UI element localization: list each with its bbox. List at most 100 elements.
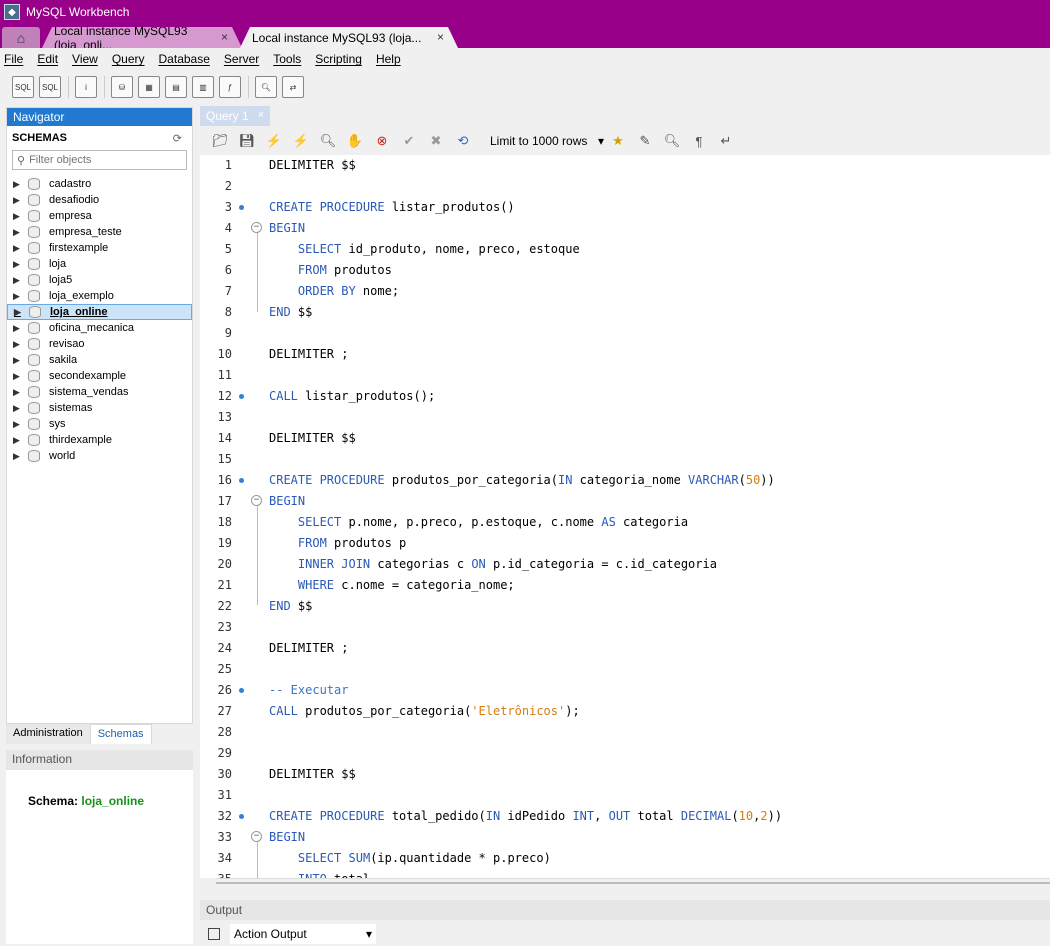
word-wrap-icon[interactable]: ↵ — [716, 131, 736, 151]
schema-item[interactable]: ▶ revisao — [7, 336, 192, 352]
schema-item[interactable]: ▶ secondexample — [7, 368, 192, 384]
menu-edit[interactable]: Edit — [37, 52, 58, 66]
commit-icon[interactable]: ✔ — [399, 131, 419, 151]
schema-item[interactable]: ▶ firstexample — [7, 240, 192, 256]
code-line: 33 − BEGIN — [200, 827, 1050, 848]
refresh-icon[interactable]: ⟳ — [173, 132, 182, 145]
autocommit-icon[interactable]: ⟲ — [453, 131, 473, 151]
schema-item[interactable]: ▶ sistema_vendas — [7, 384, 192, 400]
create-schema-icon[interactable]: ⛁ — [111, 76, 133, 98]
fold-toggle-icon[interactable]: − — [251, 831, 262, 842]
search-table-data-icon[interactable]: 🔍︎ — [255, 76, 277, 98]
tab-query-1[interactable]: Query 1 × — [200, 106, 270, 126]
create-procedure-icon[interactable]: ▥ — [192, 76, 214, 98]
expand-arrow-icon[interactable]: ▶ — [13, 339, 25, 350]
schema-item[interactable]: ▶ empresa_teste — [7, 224, 192, 240]
expand-arrow-icon[interactable]: ▶ — [13, 195, 25, 206]
schema-item[interactable]: ▶ sistemas — [7, 400, 192, 416]
menu-file[interactable]: File — [4, 52, 23, 66]
execute-current-icon[interactable]: ⚡ — [291, 131, 311, 151]
copy-icon[interactable] — [208, 928, 220, 940]
menu-view[interactable]: View — [72, 52, 98, 66]
connection-tab-2[interactable]: Local instance MySQL93 (loja... × — [240, 27, 458, 48]
expand-arrow-icon[interactable]: ▶ — [13, 291, 25, 302]
expand-arrow-icon[interactable]: ▶ — [13, 259, 25, 270]
expand-arrow-icon[interactable]: ▶ — [13, 211, 25, 222]
expand-arrow-icon[interactable]: ▶ — [13, 435, 25, 446]
line-number: 7 — [224, 284, 232, 298]
menu-server[interactable]: Server — [224, 52, 259, 66]
create-table-icon[interactable]: ▦ — [138, 76, 160, 98]
database-icon — [28, 290, 40, 302]
invisible-chars-icon[interactable]: ¶ — [689, 131, 709, 151]
connection-tab-1[interactable]: Local instance MySQL93 (loja_onli... × — [42, 27, 242, 48]
expand-arrow-icon[interactable]: ▶ — [13, 451, 25, 462]
expand-arrow-icon[interactable]: ▶ — [13, 419, 25, 430]
open-file-icon[interactable]: 📁︎ — [210, 131, 230, 151]
output-mode-select[interactable]: Action Output ▾ — [230, 924, 376, 944]
code-line: 25 — [200, 659, 1050, 680]
schema-item[interactable]: ▶ loja — [7, 256, 192, 272]
expand-arrow-icon[interactable]: ▶ — [13, 403, 25, 414]
expand-arrow-icon[interactable]: ▶ — [14, 307, 26, 318]
open-sql-script-icon[interactable]: SQL — [39, 76, 61, 98]
stop-icon[interactable]: ✋ — [345, 131, 365, 151]
sql-editor[interactable]: 1 DELIMITER $$ 2 3 CREATE PROCEDURE listar_p… — [200, 155, 1050, 878]
fold-toggle-icon[interactable]: − — [251, 495, 262, 506]
schema-item[interactable]: ▶ thirdexample — [7, 432, 192, 448]
statement-marker-icon — [239, 205, 244, 210]
expand-arrow-icon[interactable]: ▶ — [13, 243, 25, 254]
schema-item[interactable]: ▶ sakila — [7, 352, 192, 368]
inspector-icon[interactable]: i — [75, 76, 97, 98]
filter-box[interactable]: ⚲ — [12, 150, 187, 170]
find-icon[interactable]: 🔍︎ — [662, 131, 682, 151]
close-icon[interactable]: × — [258, 109, 264, 121]
expand-arrow-icon[interactable]: ▶ — [13, 179, 25, 190]
menu-tools[interactable]: Tools — [273, 52, 301, 66]
schema-item[interactable]: ▶ empresa — [7, 208, 192, 224]
save-icon[interactable]: 💾︎ — [237, 131, 257, 151]
horizontal-scrollbar[interactable] — [216, 878, 1050, 886]
schema-item[interactable]: ▶ cadastro — [7, 176, 192, 192]
execute-icon[interactable]: ⚡ — [264, 131, 284, 151]
toggle-error-continue-icon[interactable]: ⊗ — [372, 131, 392, 151]
expand-arrow-icon[interactable]: ▶ — [13, 323, 25, 334]
expand-arrow-icon[interactable]: ▶ — [13, 275, 25, 286]
schema-item[interactable]: ▶ sys — [7, 416, 192, 432]
filter-objects-input[interactable] — [29, 154, 180, 166]
expand-arrow-icon[interactable]: ▶ — [13, 387, 25, 398]
line-number: 26 — [217, 683, 232, 697]
create-view-icon[interactable]: ▤ — [165, 76, 187, 98]
fold-toggle-icon[interactable]: − — [251, 222, 262, 233]
tab-administration[interactable]: Administration — [6, 724, 90, 744]
schema-item[interactable]: ▶ world — [7, 448, 192, 464]
menu-help[interactable]: Help — [376, 52, 401, 66]
expand-arrow-icon[interactable]: ▶ — [13, 371, 25, 382]
code-text: -- Executar — [269, 683, 349, 697]
reconnect-icon[interactable]: ⇄ — [282, 76, 304, 98]
code-text: DELIMITER ; — [269, 641, 349, 655]
row-limit-select[interactable]: Limit to 1000 rows ▾ — [486, 131, 608, 151]
explain-icon[interactable]: 🔍︎ — [318, 131, 338, 151]
schema-item[interactable]: ▶ oficina_mecanica — [7, 320, 192, 336]
schema-item[interactable]: ▶ loja_online — [7, 304, 192, 320]
expand-arrow-icon[interactable]: ▶ — [13, 355, 25, 366]
schema-item[interactable]: ▶ loja_exemplo — [7, 288, 192, 304]
tab-schemas[interactable]: Schemas — [89, 724, 152, 744]
add-snippet-icon[interactable]: ★ — [608, 131, 628, 151]
schema-item[interactable]: ▶ loja5 — [7, 272, 192, 288]
close-icon[interactable]: × — [221, 30, 228, 44]
new-sql-tab-icon[interactable]: SQL — [12, 76, 34, 98]
close-icon[interactable]: × — [437, 30, 444, 44]
code-line: 8 END $$ — [200, 302, 1050, 323]
scrollbar-thumb[interactable] — [216, 882, 1050, 884]
schema-item[interactable]: ▶ desafiodio — [7, 192, 192, 208]
beautify-icon[interactable]: ✎ — [635, 131, 655, 151]
rollback-icon[interactable]: ✖ — [426, 131, 446, 151]
menu-query[interactable]: Query — [112, 52, 145, 66]
create-function-icon[interactable]: ƒ — [219, 76, 241, 98]
menu-scripting[interactable]: Scripting — [315, 52, 362, 66]
home-tab-icon[interactable]: ⌂ — [2, 27, 40, 48]
menu-database[interactable]: Database — [159, 52, 210, 66]
expand-arrow-icon[interactable]: ▶ — [13, 227, 25, 238]
